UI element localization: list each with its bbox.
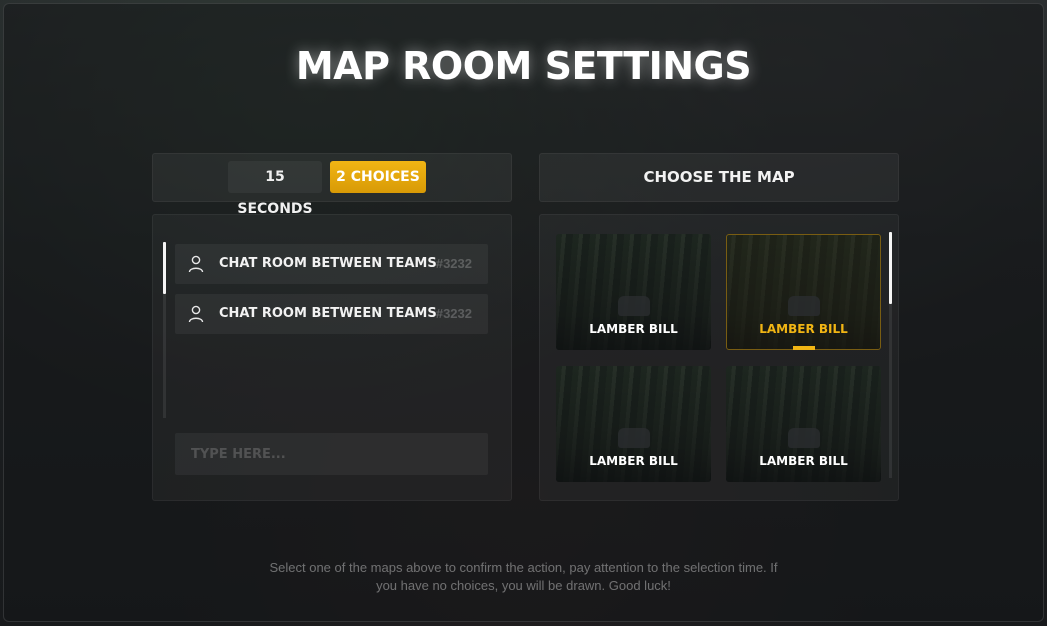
chat-scrollbar-thumb[interactable] — [163, 242, 166, 294]
user-icon — [188, 255, 204, 273]
map-card-selected[interactable]: LAMBER BILL — [726, 234, 881, 350]
tabs-bar: 15 SECONDS 2 CHOICES — [152, 153, 512, 217]
tab-2-choices[interactable]: 2 CHOICES — [330, 161, 426, 193]
chat-room-label: CHAT ROOM BETWEEN TEAMS — [219, 306, 437, 321]
selected-indicator — [793, 346, 815, 350]
chat-room-id: #3232 — [435, 306, 472, 321]
page-title: MAP ROOM SETTINGS — [295, 44, 752, 88]
chat-panel: CHAT ROOM BETWEEN TEAMS #3232 CHAT ROOM … — [152, 214, 512, 501]
car-image — [788, 428, 820, 448]
map-card[interactable]: LAMBER BILL — [556, 366, 711, 482]
map-name: LAMBER BILL — [759, 322, 848, 336]
chat-room-id: #3232 — [435, 256, 472, 271]
chat-room-label: CHAT ROOM BETWEEN TEAMS — [219, 256, 437, 271]
chat-room-row[interactable]: CHAT ROOM BETWEEN TEAMS #3232 — [175, 244, 488, 284]
map-name: LAMBER BILL — [589, 454, 678, 468]
car-image — [618, 428, 650, 448]
map-name: LAMBER BILL — [589, 322, 678, 336]
map-card[interactable]: LAMBER BILL — [556, 234, 711, 350]
instructions-text: Select one of the maps above to confirm … — [269, 560, 778, 593]
chat-room-row[interactable]: CHAT ROOM BETWEEN TEAMS #3232 — [175, 294, 488, 334]
user-icon — [188, 305, 204, 323]
car-image — [618, 296, 650, 316]
map-name: LAMBER BILL — [759, 454, 848, 468]
map-header-title: CHOOSE THE MAP — [643, 168, 795, 186]
tab-15-seconds[interactable]: 15 SECONDS — [228, 161, 322, 217]
map-header-bar: CHOOSE THE MAP — [539, 153, 899, 202]
car-image — [788, 296, 820, 316]
map-panel: LAMBER BILL LAMBER BILL LAMBER BILL LAMB… — [539, 214, 899, 501]
chat-input[interactable] — [175, 433, 488, 475]
map-card[interactable]: LAMBER BILL — [726, 366, 881, 482]
map-scrollbar-thumb[interactable] — [889, 232, 892, 304]
